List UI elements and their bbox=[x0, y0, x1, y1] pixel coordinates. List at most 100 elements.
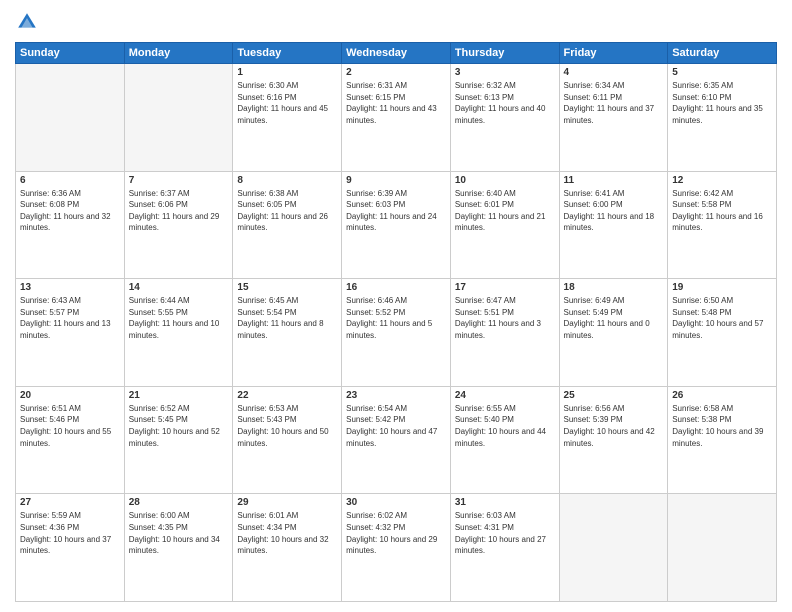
calendar-cell: 18 Sunrise: 6:49 AMSunset: 5:49 PMDayligh… bbox=[559, 279, 668, 387]
day-number: 19 bbox=[672, 282, 772, 293]
day-info: Sunrise: 6:54 AMSunset: 5:42 PMDaylight:… bbox=[346, 403, 446, 449]
calendar-header-row: SundayMondayTuesdayWednesdayThursdayFrid… bbox=[16, 43, 777, 64]
day-header-sunday: Sunday bbox=[16, 43, 125, 64]
day-number: 9 bbox=[346, 175, 446, 186]
day-number: 18 bbox=[564, 282, 664, 293]
day-info: Sunrise: 6:37 AMSunset: 6:06 PMDaylight:… bbox=[129, 188, 229, 234]
day-header-thursday: Thursday bbox=[450, 43, 559, 64]
calendar-cell: 21 Sunrise: 6:52 AMSunset: 5:45 PMDayligh… bbox=[124, 386, 233, 494]
calendar-cell: 25 Sunrise: 6:56 AMSunset: 5:39 PMDayligh… bbox=[559, 386, 668, 494]
calendar-cell: 9 Sunrise: 6:39 AMSunset: 6:03 PMDaylight… bbox=[342, 171, 451, 279]
day-info: Sunrise: 6:55 AMSunset: 5:40 PMDaylight:… bbox=[455, 403, 555, 449]
calendar-cell bbox=[559, 494, 668, 602]
calendar-cell: 1 Sunrise: 6:30 AMSunset: 6:16 PMDaylight… bbox=[233, 64, 342, 172]
calendar-cell: 28 Sunrise: 6:00 AMSunset: 4:35 PMDayligh… bbox=[124, 494, 233, 602]
day-info: Sunrise: 6:35 AMSunset: 6:10 PMDaylight:… bbox=[672, 80, 772, 126]
calendar-cell: 4 Sunrise: 6:34 AMSunset: 6:11 PMDaylight… bbox=[559, 64, 668, 172]
day-header-monday: Monday bbox=[124, 43, 233, 64]
day-info: Sunrise: 6:41 AMSunset: 6:00 PMDaylight:… bbox=[564, 188, 664, 234]
day-number: 7 bbox=[129, 175, 229, 186]
day-number: 12 bbox=[672, 175, 772, 186]
day-info: Sunrise: 6:53 AMSunset: 5:43 PMDaylight:… bbox=[237, 403, 337, 449]
day-info: Sunrise: 6:46 AMSunset: 5:52 PMDaylight:… bbox=[346, 295, 446, 341]
calendar-cell: 23 Sunrise: 6:54 AMSunset: 5:42 PMDayligh… bbox=[342, 386, 451, 494]
day-number: 23 bbox=[346, 390, 446, 401]
day-info: Sunrise: 6:36 AMSunset: 6:08 PMDaylight:… bbox=[20, 188, 120, 234]
day-number: 5 bbox=[672, 67, 772, 78]
calendar-cell: 13Sunrise: 6:43 AMSunset: 5:57 PMDayligh… bbox=[16, 279, 125, 387]
calendar-cell bbox=[124, 64, 233, 172]
calendar-cell: 30 Sunrise: 6:02 AMSunset: 4:32 PMDayligh… bbox=[342, 494, 451, 602]
calendar-cell: 7 Sunrise: 6:37 AMSunset: 6:06 PMDaylight… bbox=[124, 171, 233, 279]
calendar-cell: 17 Sunrise: 6:47 AMSunset: 5:51 PMDayligh… bbox=[450, 279, 559, 387]
calendar-cell: 29Sunrise: 6:01 AMSunset: 4:34 PMDayligh… bbox=[233, 494, 342, 602]
calendar-cell: 27 Sunrise: 5:59 AMSunset: 4:36 PMDayligh… bbox=[16, 494, 125, 602]
day-number: 8 bbox=[237, 175, 337, 186]
day-info: Sunrise: 5:59 AMSunset: 4:36 PMDaylight:… bbox=[20, 510, 120, 556]
day-number: 25 bbox=[564, 390, 664, 401]
day-info: Sunrise: 6:30 AMSunset: 6:16 PMDaylight:… bbox=[237, 80, 337, 126]
day-info: Sunrise: 6:50 AMSunset: 5:48 PMDaylight:… bbox=[672, 295, 772, 341]
day-number: 3 bbox=[455, 67, 555, 78]
calendar-cell: 24Sunrise: 6:55 AMSunset: 5:40 PMDayligh… bbox=[450, 386, 559, 494]
logo-icon bbox=[15, 10, 39, 34]
calendar-cell: 16 Sunrise: 6:46 AMSunset: 5:52 PMDayligh… bbox=[342, 279, 451, 387]
day-number: 20 bbox=[20, 390, 120, 401]
day-number: 28 bbox=[129, 497, 229, 508]
day-info: Sunrise: 6:02 AMSunset: 4:32 PMDaylight:… bbox=[346, 510, 446, 556]
day-info: Sunrise: 6:45 AMSunset: 5:54 PMDaylight:… bbox=[237, 295, 337, 341]
day-info: Sunrise: 6:31 AMSunset: 6:15 PMDaylight:… bbox=[346, 80, 446, 126]
header bbox=[15, 10, 777, 34]
day-number: 30 bbox=[346, 497, 446, 508]
day-number: 27 bbox=[20, 497, 120, 508]
day-number: 4 bbox=[564, 67, 664, 78]
calendar-cell: 20 Sunrise: 6:51 AMSunset: 5:46 PMDayligh… bbox=[16, 386, 125, 494]
day-number: 11 bbox=[564, 175, 664, 186]
day-info: Sunrise: 6:52 AMSunset: 5:45 PMDaylight:… bbox=[129, 403, 229, 449]
day-info: Sunrise: 6:00 AMSunset: 4:35 PMDaylight:… bbox=[129, 510, 229, 556]
day-number: 13 bbox=[20, 282, 120, 293]
day-number: 14 bbox=[129, 282, 229, 293]
day-header-saturday: Saturday bbox=[668, 43, 777, 64]
day-info: Sunrise: 6:51 AMSunset: 5:46 PMDaylight:… bbox=[20, 403, 120, 449]
calendar-cell: 10Sunrise: 6:40 AMSunset: 6:01 PMDayligh… bbox=[450, 171, 559, 279]
day-info: Sunrise: 6:32 AMSunset: 6:13 PMDaylight:… bbox=[455, 80, 555, 126]
calendar-week-2: 6 Sunrise: 6:36 AMSunset: 6:08 PMDaylight… bbox=[16, 171, 777, 279]
calendar-cell: 8Sunrise: 6:38 AMSunset: 6:05 PMDaylight… bbox=[233, 171, 342, 279]
day-number: 2 bbox=[346, 67, 446, 78]
day-info: Sunrise: 6:56 AMSunset: 5:39 PMDaylight:… bbox=[564, 403, 664, 449]
day-number: 21 bbox=[129, 390, 229, 401]
calendar-table: SundayMondayTuesdayWednesdayThursdayFrid… bbox=[15, 42, 777, 602]
calendar-week-4: 20 Sunrise: 6:51 AMSunset: 5:46 PMDayligh… bbox=[16, 386, 777, 494]
day-info: Sunrise: 6:47 AMSunset: 5:51 PMDaylight:… bbox=[455, 295, 555, 341]
calendar-cell: 22 Sunrise: 6:53 AMSunset: 5:43 PMDayligh… bbox=[233, 386, 342, 494]
calendar-cell: 15 Sunrise: 6:45 AMSunset: 5:54 PMDayligh… bbox=[233, 279, 342, 387]
day-info: Sunrise: 6:03 AMSunset: 4:31 PMDaylight:… bbox=[455, 510, 555, 556]
day-info: Sunrise: 6:58 AMSunset: 5:38 PMDaylight:… bbox=[672, 403, 772, 449]
calendar-cell bbox=[668, 494, 777, 602]
day-info: Sunrise: 6:34 AMSunset: 6:11 PMDaylight:… bbox=[564, 80, 664, 126]
day-info: Sunrise: 6:42 AMSunset: 5:58 PMDaylight:… bbox=[672, 188, 772, 234]
calendar-cell: 31Sunrise: 6:03 AMSunset: 4:31 PMDayligh… bbox=[450, 494, 559, 602]
calendar-week-1: 1 Sunrise: 6:30 AMSunset: 6:16 PMDaylight… bbox=[16, 64, 777, 172]
day-info: Sunrise: 6:40 AMSunset: 6:01 PMDaylight:… bbox=[455, 188, 555, 234]
day-number: 22 bbox=[237, 390, 337, 401]
calendar-cell: 2 Sunrise: 6:31 AMSunset: 6:15 PMDaylight… bbox=[342, 64, 451, 172]
calendar-cell: 19 Sunrise: 6:50 AMSunset: 5:48 PMDayligh… bbox=[668, 279, 777, 387]
day-header-tuesday: Tuesday bbox=[233, 43, 342, 64]
calendar-week-3: 13Sunrise: 6:43 AMSunset: 5:57 PMDayligh… bbox=[16, 279, 777, 387]
day-number: 15 bbox=[237, 282, 337, 293]
page: SundayMondayTuesdayWednesdayThursdayFrid… bbox=[0, 0, 792, 612]
calendar-cell: 3 Sunrise: 6:32 AMSunset: 6:13 PMDaylight… bbox=[450, 64, 559, 172]
day-info: Sunrise: 6:39 AMSunset: 6:03 PMDaylight:… bbox=[346, 188, 446, 234]
calendar-week-5: 27 Sunrise: 5:59 AMSunset: 4:36 PMDayligh… bbox=[16, 494, 777, 602]
calendar-cell: 12 Sunrise: 6:42 AMSunset: 5:58 PMDayligh… bbox=[668, 171, 777, 279]
day-number: 17 bbox=[455, 282, 555, 293]
day-number: 1 bbox=[237, 67, 337, 78]
day-number: 6 bbox=[20, 175, 120, 186]
calendar-cell: 11 Sunrise: 6:41 AMSunset: 6:00 PMDayligh… bbox=[559, 171, 668, 279]
day-info: Sunrise: 6:01 AMSunset: 4:34 PMDaylight:… bbox=[237, 510, 337, 556]
day-info: Sunrise: 6:49 AMSunset: 5:49 PMDaylight:… bbox=[564, 295, 664, 341]
day-number: 16 bbox=[346, 282, 446, 293]
calendar-cell: 6 Sunrise: 6:36 AMSunset: 6:08 PMDaylight… bbox=[16, 171, 125, 279]
